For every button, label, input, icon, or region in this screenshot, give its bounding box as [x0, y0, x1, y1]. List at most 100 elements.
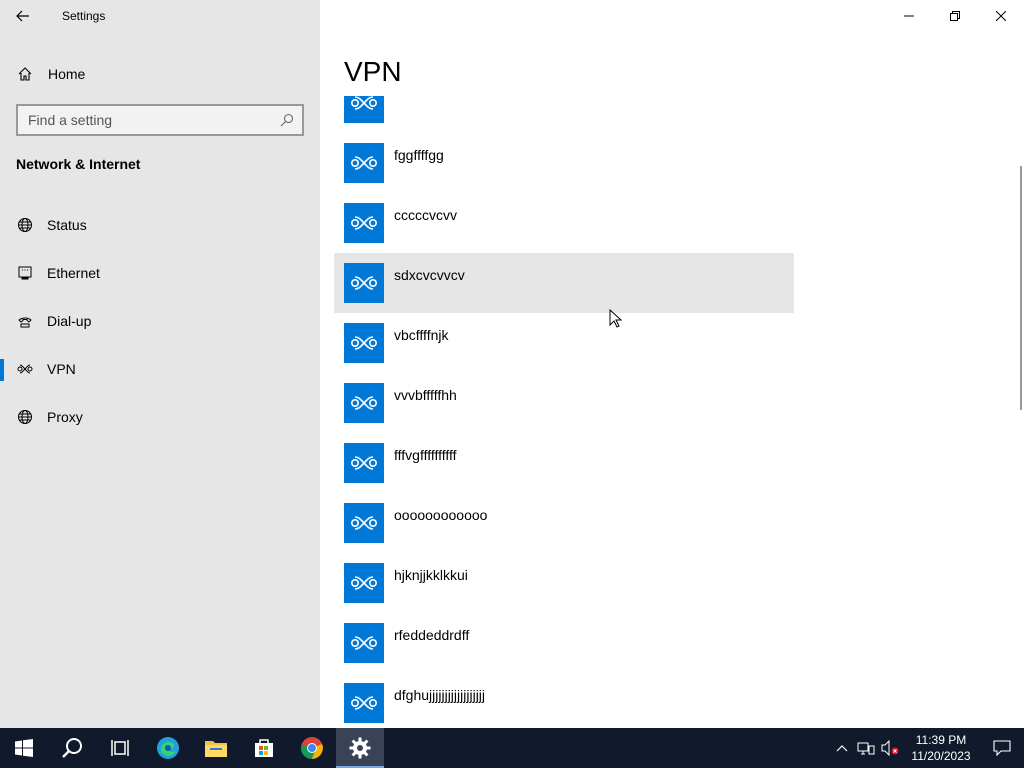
vpn-connection-name: rfeddeddrdff	[394, 627, 470, 643]
vpn-connection-icon	[344, 443, 384, 483]
sidebar-item-status[interactable]: Status	[0, 201, 320, 249]
vpn-connection-icon	[344, 563, 384, 603]
mouse-cursor-icon	[609, 309, 623, 328]
task-view-button[interactable]	[96, 728, 144, 768]
home-icon	[16, 66, 34, 82]
store-button[interactable]	[240, 728, 288, 768]
minimize-button[interactable]	[886, 0, 932, 32]
sidebar-item-label: Ethernet	[47, 265, 100, 281]
sidebar-item-label: Proxy	[47, 409, 83, 425]
vpn-connection-icon	[344, 143, 384, 183]
taskbar: 11:39 PM 11/20/2023	[0, 728, 1024, 768]
vpn-connection-name: dfghujjjjjjjjjjjjjjjjjj	[394, 687, 486, 703]
vpn-icon	[16, 363, 34, 375]
notification-icon	[993, 740, 1011, 756]
page-title: VPN	[344, 56, 402, 87]
vpn-connection-item[interactable]: vvvbfffffhh	[334, 373, 794, 433]
clock-time: 11:39 PM	[915, 733, 967, 747]
settings-taskbar-button[interactable]	[336, 728, 384, 768]
folder-icon	[205, 741, 227, 757]
vpn-list-viewport: fggffffgg cccccvcvv sdxcvcvvcv vbcffffnjk vv…	[320, 96, 1024, 728]
sidebar-item-vpn[interactable]: VPN	[0, 345, 320, 393]
nav-list: Status Ethernet Dial-up VPN Proxy	[0, 201, 320, 441]
close-icon	[996, 11, 1006, 21]
clock[interactable]: 11:39 PM 11/20/2023	[908, 732, 974, 764]
scrollbar[interactable]	[1020, 166, 1022, 410]
file-explorer-button[interactable]	[192, 728, 240, 768]
sidebar-item-label: Dial-up	[47, 313, 92, 329]
restore-button[interactable]	[932, 0, 978, 32]
vpn-connection-name: fffvgffffffffff	[394, 447, 457, 463]
ethernet-icon	[16, 265, 34, 281]
search-icon	[62, 738, 82, 758]
vpn-connection-icon	[344, 683, 384, 723]
dialup-icon	[16, 313, 34, 329]
windows-logo-icon	[15, 739, 33, 757]
home-link[interactable]: Home	[0, 56, 320, 92]
vpn-connection-list: fggffffgg cccccvcvv sdxcvcvvcv vbcffffnjk vv…	[334, 96, 794, 728]
back-button[interactable]	[0, 0, 46, 32]
chrome-button[interactable]	[288, 728, 336, 768]
search-button[interactable]	[48, 728, 96, 768]
network-icon	[857, 742, 875, 755]
search-icon	[280, 113, 294, 127]
vpn-connection-item[interactable]: vbcffffnjk	[334, 313, 794, 373]
store-icon	[255, 739, 273, 757]
vpn-connection-item[interactable]: oooooooooooo	[334, 493, 794, 553]
volume-tray-button[interactable]	[878, 728, 902, 768]
vpn-connection-item[interactable]: sdxcvcvvcv	[334, 253, 794, 313]
search-input[interactable]	[28, 112, 280, 128]
section-title: Network & Internet	[16, 156, 141, 172]
system-tray: 11:39 PM 11/20/2023	[830, 728, 1024, 768]
edge-button[interactable]	[144, 728, 192, 768]
vpn-connection-icon	[344, 203, 384, 243]
title-bar: Settings	[0, 0, 320, 32]
close-button[interactable]	[978, 0, 1024, 32]
gear-icon	[349, 737, 371, 759]
vpn-connection-name: hjknjjkklkkui	[394, 567, 468, 583]
sidebar-item-label: VPN	[47, 361, 76, 377]
vpn-connection-icon	[344, 323, 384, 363]
home-label: Home	[48, 66, 86, 82]
volume-muted-icon	[881, 740, 899, 756]
vpn-connection-name: cccccvcvv	[394, 207, 457, 223]
main-pane: VPN fggffffgg cccccvcvv sdxcvcvvcv vbcffffn…	[320, 0, 1024, 728]
vpn-connection-icon	[344, 263, 384, 303]
start-button[interactable]	[0, 728, 48, 768]
vpn-connection-item[interactable]: fggffffgg	[334, 133, 794, 193]
vpn-connection-name: sdxcvcvvcv	[394, 267, 465, 283]
chevron-up-icon	[836, 745, 848, 752]
clock-date: 11/20/2023	[911, 749, 971, 763]
back-arrow-icon	[16, 10, 29, 22]
show-hidden-icons-button[interactable]	[830, 728, 854, 768]
action-center-button[interactable]	[980, 728, 1024, 768]
sidebar-item-dialup[interactable]: Dial-up	[0, 297, 320, 345]
sidebar: Settings Home Network & Internet Status …	[0, 0, 320, 728]
network-tray-button[interactable]	[854, 728, 878, 768]
restore-icon	[950, 11, 960, 21]
chrome-icon	[301, 737, 323, 759]
vpn-connection-icon	[344, 623, 384, 663]
globe-icon	[16, 409, 34, 425]
vpn-connection-item[interactable]: cccccvcvv	[334, 193, 794, 253]
app-title: Settings	[62, 9, 106, 23]
vpn-connection-icon	[344, 383, 384, 423]
window-controls	[886, 0, 1024, 32]
vpn-connection-item[interactable]: fffvgffffffffff	[334, 433, 794, 493]
minimize-icon	[904, 15, 914, 17]
vpn-connection-name: vvvbfffffhh	[394, 387, 457, 403]
globe-icon	[16, 217, 34, 233]
sidebar-item-label: Status	[47, 217, 87, 233]
vpn-connection-item[interactable]: rfeddeddrdff	[334, 613, 794, 673]
vpn-connection-item[interactable]: hjknjjkklkkui	[334, 553, 794, 613]
vpn-connection-name: fggffffgg	[394, 147, 444, 163]
vpn-connection-item[interactable]	[334, 96, 794, 133]
sidebar-item-ethernet[interactable]: Ethernet	[0, 249, 320, 297]
search-box[interactable]	[16, 104, 304, 136]
task-view-icon	[111, 740, 129, 756]
vpn-connection-icon	[344, 96, 384, 123]
vpn-connection-item[interactable]: dfghujjjjjjjjjjjjjjjjjj	[334, 673, 794, 728]
sidebar-item-proxy[interactable]: Proxy	[0, 393, 320, 441]
vpn-connection-name: vbcffffnjk	[394, 327, 449, 343]
vpn-connection-name: oooooooooooo	[394, 507, 488, 523]
